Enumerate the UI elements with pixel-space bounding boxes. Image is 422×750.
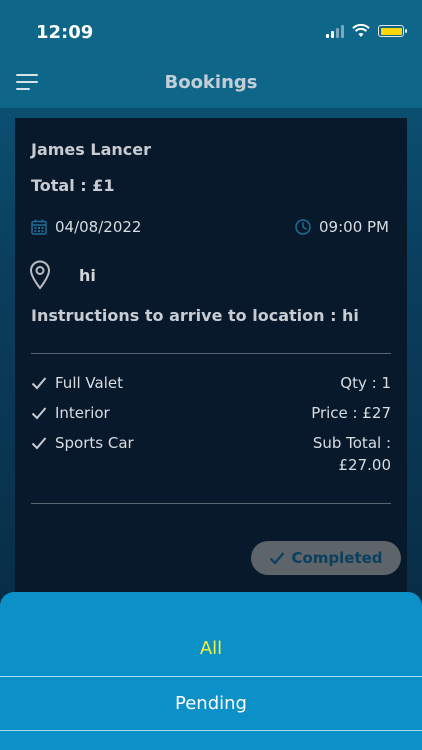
customer-name: James Lancer <box>31 140 151 159</box>
list-item: Full Valet <box>31 373 134 392</box>
page-title: Bookings <box>164 72 258 93</box>
filter-option-pending[interactable]: Pending <box>0 693 422 714</box>
status-label: Completed <box>291 549 383 567</box>
checkmark-icon <box>31 436 47 449</box>
item-label: Sports Car <box>55 433 134 452</box>
booking-card[interactable]: James Lancer Total : £1 04/08/2022 09:00… <box>15 118 407 618</box>
checkmark-icon <box>270 552 285 565</box>
divider <box>31 503 391 504</box>
battery-icon <box>378 25 407 37</box>
nav-bar: Bookings <box>0 62 422 109</box>
clock-icon <box>295 219 311 235</box>
location-pin-icon <box>29 260 51 290</box>
booking-time: 09:00 PM <box>319 218 389 236</box>
filter-sheet: All Pending <box>0 592 422 750</box>
divider <box>0 730 422 731</box>
list-item: Interior <box>31 403 134 422</box>
service-items: Full Valet Interior Sports Car <box>31 374 134 464</box>
price-summary: Qty : 1 Price : £27 Sub Total : £27.00 <box>311 374 391 486</box>
divider <box>31 353 391 354</box>
status-time: 12:09 <box>36 22 94 43</box>
location-row: hi <box>29 260 96 290</box>
status-bar: 12:09 <box>0 0 422 62</box>
wifi-icon <box>352 24 370 37</box>
sub-total-label: Sub Total : <box>312 434 391 452</box>
instructions-text: Instructions to arrive to location : hi <box>31 306 359 325</box>
checkmark-icon <box>31 376 47 389</box>
signal-icon <box>326 24 344 38</box>
date-row: 04/08/2022 <box>31 218 141 236</box>
divider <box>0 676 422 677</box>
list-item: Sports Car <box>31 433 134 452</box>
status-badge: Completed <box>251 541 401 575</box>
time-row: 09:00 PM <box>295 218 389 236</box>
checkmark-icon <box>31 406 47 419</box>
price-text: Price : £27 <box>311 404 391 422</box>
sub-total-value: £27.00 <box>338 456 392 474</box>
filter-option-all[interactable]: All <box>0 638 422 659</box>
status-icons <box>326 24 407 38</box>
quantity-text: Qty : 1 <box>340 374 391 392</box>
booking-total: Total : £1 <box>31 176 115 195</box>
item-label: Interior <box>55 403 110 422</box>
location-text: hi <box>79 265 96 285</box>
booking-date: 04/08/2022 <box>55 218 142 236</box>
item-label: Full Valet <box>55 373 123 392</box>
calendar-icon <box>31 219 47 235</box>
